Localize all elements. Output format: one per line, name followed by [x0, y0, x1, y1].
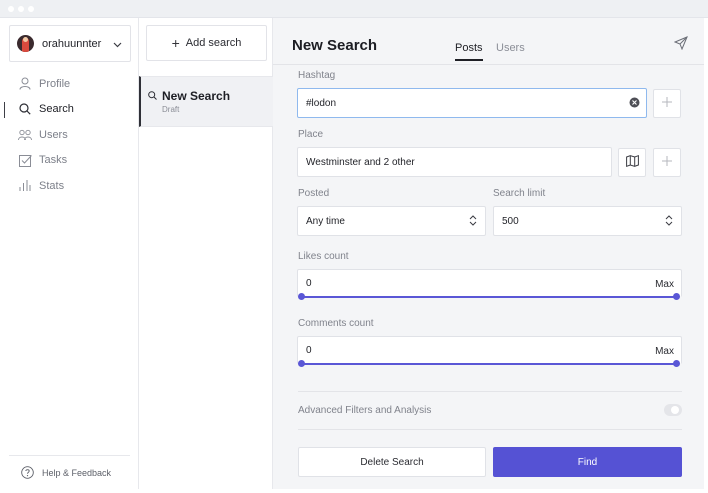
editor-header: New Search Posts Users	[273, 18, 704, 65]
sidebar-item-profile[interactable]: Profile	[0, 71, 139, 97]
map-button[interactable]	[618, 148, 646, 177]
find-button[interactable]: Find	[493, 447, 682, 477]
place-label: Place	[298, 129, 324, 140]
search-limit-select[interactable]: 500	[493, 206, 682, 236]
posted-select[interactable]: Any time	[297, 206, 486, 236]
title-bar	[0, 0, 708, 18]
place-input[interactable]: Westminster and 2 other	[297, 147, 612, 177]
tab-label: Posts	[455, 42, 483, 54]
likes-slider-min-handle[interactable]	[298, 293, 305, 300]
help-label: Help & Feedback	[42, 467, 112, 478]
plus-icon	[662, 156, 672, 169]
comments-range-input[interactable]: 0 Max	[297, 336, 682, 364]
users-icon	[18, 128, 32, 142]
likes-max-value: Max	[655, 279, 674, 290]
send-icon[interactable]	[673, 36, 688, 53]
likes-count-label: Likes count	[298, 251, 349, 262]
comments-min-value: 0	[306, 345, 312, 356]
tab-label: Users	[496, 42, 525, 54]
sidebar-item-users[interactable]: Users	[0, 122, 139, 148]
posted-value: Any time	[306, 215, 345, 227]
likes-range-input[interactable]: 0 Max	[297, 269, 682, 297]
divider	[298, 391, 682, 392]
window-edge	[0, 489, 708, 493]
checkbox-icon	[18, 153, 32, 167]
select-arrows-icon	[665, 215, 673, 229]
delete-search-button[interactable]: Delete Search	[298, 447, 486, 477]
comments-count-label: Comments count	[298, 318, 374, 329]
sidebar: orahuunnter Profile Search Users Tasks S…	[0, 18, 139, 489]
sidebar-nav: Profile Search Users Tasks Stats	[0, 71, 139, 199]
clear-input-icon[interactable]	[629, 97, 640, 111]
add-place-button[interactable]	[653, 148, 681, 177]
bar-chart-icon	[18, 179, 32, 193]
tab-users[interactable]: Users	[496, 42, 525, 54]
find-label: Find	[577, 456, 598, 468]
advanced-filters-toggle[interactable]	[664, 404, 682, 416]
advanced-filters-label: Advanced Filters and Analysis	[298, 405, 432, 416]
comments-slider-min-handle[interactable]	[298, 360, 305, 367]
posted-label: Posted	[298, 188, 330, 199]
likes-slider-track	[302, 296, 677, 298]
search-list-item[interactable]: New Search Draft	[139, 76, 273, 127]
add-search-label: Add search	[185, 37, 242, 49]
add-search-button[interactable]: + Add search	[146, 25, 267, 61]
sidebar-item-tasks[interactable]: Tasks	[0, 148, 139, 174]
app-window: orahuunnter Profile Search Users Tasks S…	[0, 0, 708, 493]
search-icon	[148, 91, 157, 103]
sidebar-item-stats[interactable]: Stats	[0, 173, 139, 199]
hashtag-value: #lodon	[306, 97, 337, 109]
help-feedback-link[interactable]: Help & Feedback	[9, 455, 130, 489]
window-edge	[704, 18, 708, 493]
sidebar-item-label: Users	[39, 128, 68, 141]
likes-min-value: 0	[306, 278, 312, 289]
search-editor: New Search Posts Users Hashtag #lodon Pl…	[273, 18, 704, 489]
account-name: orahuunnter	[42, 37, 102, 50]
hashtag-label: Hashtag	[298, 70, 336, 81]
comments-slider-max-handle[interactable]	[673, 360, 680, 367]
search-limit-label: Search limit	[493, 188, 546, 199]
add-hashtag-button[interactable]	[653, 89, 681, 118]
delete-search-label: Delete Search	[360, 456, 424, 468]
minimize-window-button[interactable]	[18, 6, 24, 12]
searches-column: + Add search New Search Draft	[139, 18, 273, 489]
user-icon	[18, 77, 32, 91]
sidebar-item-label: Tasks	[39, 154, 68, 167]
sidebar-item-search[interactable]: Search	[0, 97, 139, 123]
sidebar-item-label: Profile	[39, 77, 71, 90]
search-item-title: New Search	[162, 89, 231, 103]
place-value: Westminster and 2 other	[306, 156, 415, 168]
sidebar-item-label: Search	[39, 103, 74, 116]
page-title: New Search	[292, 37, 378, 54]
plus-icon: +	[171, 35, 180, 51]
close-window-button[interactable]	[8, 6, 14, 12]
avatar	[17, 35, 34, 52]
comments-max-value: Max	[655, 346, 674, 357]
hashtag-input[interactable]: #lodon	[297, 88, 647, 118]
plus-icon	[662, 97, 672, 110]
zoom-window-button[interactable]	[28, 6, 34, 12]
tab-posts[interactable]: Posts	[455, 42, 483, 61]
chevron-down-icon	[113, 39, 122, 51]
account-switcher[interactable]: orahuunnter	[9, 25, 131, 62]
search-limit-value: 500	[502, 215, 519, 227]
search-item-status: Draft	[162, 105, 180, 114]
divider	[298, 429, 682, 430]
map-icon	[625, 154, 639, 170]
help-circle-icon	[20, 466, 34, 480]
likes-slider-max-handle[interactable]	[673, 293, 680, 300]
sidebar-item-label: Stats	[39, 179, 65, 192]
active-tab-indicator	[455, 59, 483, 61]
search-icon	[18, 102, 32, 116]
select-arrows-icon	[469, 215, 477, 229]
comments-slider-track	[302, 363, 677, 365]
